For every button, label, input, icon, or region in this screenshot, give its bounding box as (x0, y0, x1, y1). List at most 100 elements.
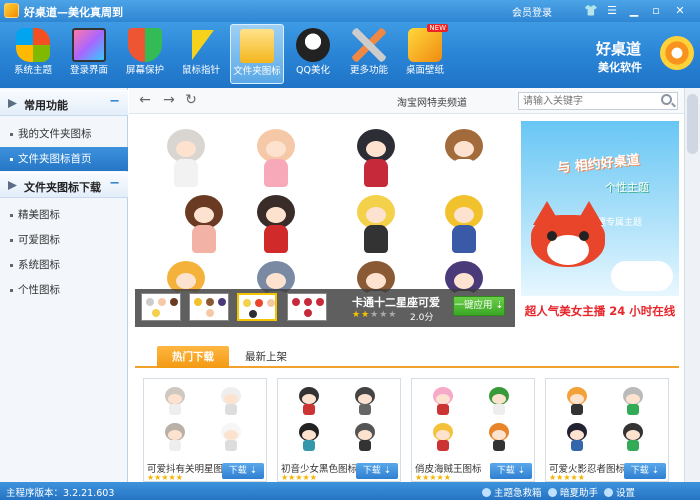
refresh-icon[interactable]: ↻ (183, 92, 199, 108)
tool-label: 桌面壁纸 (405, 65, 444, 76)
sidebar-item-fine-icons[interactable]: 精美图标 (0, 203, 128, 227)
bullet-icon (10, 288, 13, 292)
sidebar: 常用功能 − 我的文件夹图标 文件夹图标首页 文件夹图标下载 − 精美图标 可爱… (0, 88, 128, 482)
download-label: 下载 (362, 466, 381, 476)
one-click-apply-button[interactable]: 一键应用 ⇣ (453, 296, 505, 316)
character-illustration (175, 193, 233, 255)
theme-name: 卡通十二星座可爱 (352, 296, 440, 309)
icon-pack-card[interactable]: 俏皮海贼王图标 ★★★★★ 下载 ⇣ (411, 378, 535, 482)
ad-subtitle: 个性主题 (605, 181, 649, 194)
brand-tagline: 美化软件 (598, 61, 642, 74)
minimize-icon[interactable]: ▁ (626, 3, 642, 18)
rating-stars: ★★★★★ (415, 473, 451, 482)
collapse-icon[interactable]: − (109, 176, 120, 191)
sidebar-section-download[interactable]: 文件夹图标下载 − (0, 172, 128, 198)
theme-thumbnail[interactable] (141, 293, 181, 321)
tab-latest[interactable]: 最新上架 (243, 346, 289, 368)
tool-mouse-cursor[interactable]: 鼠标指针 (174, 24, 228, 84)
tool-login-screen[interactable]: 登录界面 (62, 24, 116, 84)
search-icon[interactable] (661, 94, 672, 105)
member-login-link[interactable]: 会员登录 (512, 4, 552, 19)
rating-stars: ★★★★★ (147, 473, 183, 482)
login-screen-icon (72, 28, 106, 62)
icon-pack-card[interactable]: 可爱火影忍者图标 ★★★★★ 下载 ⇣ (545, 378, 669, 482)
sidebar-item-my-folder-icons[interactable]: 我的文件夹图标 (0, 122, 128, 146)
tool-desktop-wallpaper[interactable]: NEW 桌面壁纸 (398, 24, 452, 84)
windows-logo-icon (16, 28, 50, 62)
rating-stars: ★★★★★ (549, 473, 585, 482)
character-illustration (247, 127, 305, 189)
sidebar-item-personal-icons[interactable]: 个性图标 (0, 278, 128, 302)
shield-icon (128, 28, 162, 62)
sidebar-item-cute-icons[interactable]: 可爱图标 (0, 228, 128, 252)
app-logo-icon (4, 3, 19, 18)
main-toolbar: 系统主题 登录界面 屏幕保护 鼠标指针 文件夹图标 QQ美化 更多功能 NEW … (0, 22, 700, 88)
tool-label: 鼠标指针 (181, 65, 220, 76)
sidebar-item-label: 系统图标 (18, 259, 60, 271)
tool-label: 更多功能 (349, 65, 388, 76)
icon-pack-preview (149, 383, 261, 457)
shirt-skin-icon[interactable]: 👕 (583, 3, 599, 18)
tool-screensaver[interactable]: 屏幕保护 (118, 24, 172, 84)
scrollbar-thumb[interactable] (687, 94, 698, 154)
expand-arrow-icon (8, 181, 17, 190)
close-icon[interactable]: ✕ (672, 3, 688, 18)
expand-arrow-icon (8, 99, 17, 108)
theme-rescue-link[interactable]: 主题急救箱 (482, 485, 542, 499)
bullet-icon (10, 132, 13, 136)
vertical-scrollbar[interactable] (684, 88, 700, 482)
tool-more-features[interactable]: 更多功能 (342, 24, 396, 84)
sidebar-item-label: 个性图标 (18, 284, 60, 296)
brand-name: 好桌道 (596, 40, 642, 58)
settings-link[interactable]: 设置 (604, 485, 635, 499)
program-version: 主程序版本：3.2.21.603 (6, 488, 115, 499)
sidebar-section-common[interactable]: 常用功能 − (0, 90, 128, 116)
icon-pack-card[interactable]: 初音少女黑色图标 ★★★★★ 下载 ⇣ (277, 378, 401, 482)
fox-mascot-icon (529, 201, 607, 271)
ad-headline: 与 相约好桌道 (556, 152, 641, 177)
flower-logo-icon (660, 36, 694, 70)
maximize-icon[interactable]: ▫ (648, 3, 664, 18)
rating-stars: ★★★★★ (352, 310, 398, 320)
theme-thumbnail-selected[interactable] (237, 293, 277, 321)
icon-pack-preview (417, 383, 529, 457)
collapse-icon[interactable]: − (109, 94, 120, 109)
download-button[interactable]: 下载 ⇣ (624, 463, 666, 479)
character-illustration (247, 193, 305, 255)
icon-pack-card[interactable]: 可爱抖有关明星图 ★★★★★ 下载 ⇣ (143, 378, 267, 482)
tab-hot-downloads[interactable]: 热门下载 (157, 346, 229, 368)
ali-theme-ad[interactable]: 与 相约好桌道 个性主题 —阿狸专属主题 (521, 121, 679, 296)
sidebar-item-folder-icon-home[interactable]: 文件夹图标首页 (0, 147, 128, 171)
tool-label: 系统主题 (13, 65, 52, 76)
status-bar: 主程序版本：3.2.21.603 主题急救箱 暗夏助手 设置 (0, 482, 700, 500)
character-illustration (347, 127, 405, 189)
theme-thumbnail[interactable] (189, 293, 229, 321)
icon-pack-preview (283, 383, 395, 457)
forward-arrow-icon[interactable]: → (161, 92, 177, 108)
live-streamer-ad[interactable]: 超人气美女主播 24 小时在线 (521, 298, 679, 324)
theme-preview-strip: 卡通十二星座可爱 ★★★★★ 2.0分 一键应用 ⇣ (135, 289, 515, 327)
sidebar-item-label: 我的文件夹图标 (18, 128, 92, 140)
download-button[interactable]: 下载 ⇣ (356, 463, 398, 479)
tool-label: 文件夹图标 (233, 66, 281, 77)
tool-qq-beautify[interactable]: QQ美化 (286, 24, 340, 84)
tool-system-theme[interactable]: 系统主题 (6, 24, 60, 84)
download-button[interactable]: 下载 ⇣ (222, 463, 264, 479)
menu-icon[interactable]: ☰ (604, 3, 620, 18)
sidebar-item-label: 精美图标 (18, 209, 60, 221)
character-illustration (435, 127, 493, 189)
status-item-label: 暗夏助手 (560, 488, 599, 499)
tools-icon (352, 28, 386, 62)
wallpaper-icon: NEW (408, 24, 448, 62)
download-button[interactable]: 下载 ⇣ (490, 463, 532, 479)
theme-thumbnail[interactable] (287, 293, 327, 321)
cloud-icon (611, 261, 673, 291)
status-item-label: 主题急救箱 (494, 488, 542, 499)
browser-nav-bar: ← → ↻ 淘宝网特卖频道 (129, 88, 684, 114)
tool-folder-icons[interactable]: 文件夹图标 (230, 24, 284, 84)
gear-icon (604, 488, 613, 497)
sidebar-item-system-icons[interactable]: 系统图标 (0, 253, 128, 277)
search-input[interactable] (518, 92, 678, 110)
back-arrow-icon[interactable]: ← (137, 92, 153, 108)
assistant-link[interactable]: 暗夏助手 (548, 485, 598, 499)
